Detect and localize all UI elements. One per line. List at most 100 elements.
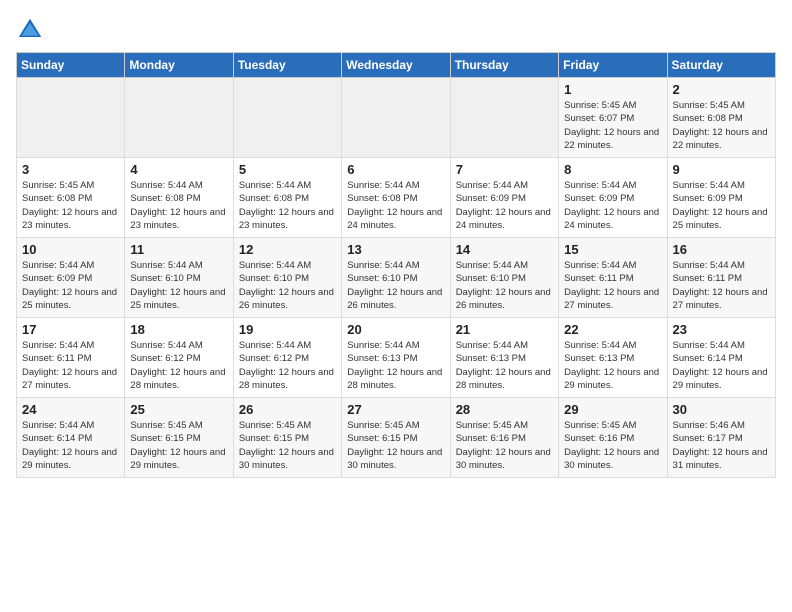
calendar-week-row: 17 Sunrise: 5:44 AM Sunset: 6:11 PM Dayli… xyxy=(17,318,776,398)
cell-info: Sunrise: 5:44 AM Sunset: 6:10 PM Dayligh… xyxy=(239,259,336,312)
calendar-cell: 14 Sunrise: 5:44 AM Sunset: 6:10 PM Dayli… xyxy=(450,238,558,318)
day-number: 26 xyxy=(239,402,336,417)
cell-info: Sunrise: 5:44 AM Sunset: 6:12 PM Dayligh… xyxy=(130,339,227,392)
calendar-cell: 6 Sunrise: 5:44 AM Sunset: 6:08 PM Daylig… xyxy=(342,158,450,238)
cell-info: Sunrise: 5:44 AM Sunset: 6:09 PM Dayligh… xyxy=(22,259,119,312)
day-number: 1 xyxy=(564,82,661,97)
day-number: 25 xyxy=(130,402,227,417)
calendar-cell: 11 Sunrise: 5:44 AM Sunset: 6:10 PM Dayli… xyxy=(125,238,233,318)
cell-info: Sunrise: 5:44 AM Sunset: 6:09 PM Dayligh… xyxy=(456,179,553,232)
cell-info: Sunrise: 5:45 AM Sunset: 6:15 PM Dayligh… xyxy=(347,419,444,472)
cell-info: Sunrise: 5:44 AM Sunset: 6:11 PM Dayligh… xyxy=(673,259,770,312)
day-number: 18 xyxy=(130,322,227,337)
day-number: 2 xyxy=(673,82,770,97)
cell-info: Sunrise: 5:44 AM Sunset: 6:11 PM Dayligh… xyxy=(22,339,119,392)
day-number: 6 xyxy=(347,162,444,177)
cell-info: Sunrise: 5:44 AM Sunset: 6:09 PM Dayligh… xyxy=(673,179,770,232)
cell-info: Sunrise: 5:44 AM Sunset: 6:10 PM Dayligh… xyxy=(456,259,553,312)
calendar-cell xyxy=(125,78,233,158)
calendar-cell: 5 Sunrise: 5:44 AM Sunset: 6:08 PM Daylig… xyxy=(233,158,341,238)
day-number: 21 xyxy=(456,322,553,337)
calendar-cell: 8 Sunrise: 5:44 AM Sunset: 6:09 PM Daylig… xyxy=(559,158,667,238)
calendar-week-row: 3 Sunrise: 5:45 AM Sunset: 6:08 PM Daylig… xyxy=(17,158,776,238)
cell-info: Sunrise: 5:45 AM Sunset: 6:16 PM Dayligh… xyxy=(564,419,661,472)
calendar-week-row: 10 Sunrise: 5:44 AM Sunset: 6:09 PM Dayli… xyxy=(17,238,776,318)
day-number: 29 xyxy=(564,402,661,417)
day-number: 5 xyxy=(239,162,336,177)
calendar-cell xyxy=(342,78,450,158)
calendar-cell: 4 Sunrise: 5:44 AM Sunset: 6:08 PM Daylig… xyxy=(125,158,233,238)
calendar-cell: 28Sunrise: 5:45 AM Sunset: 6:16 PM Dayli… xyxy=(450,398,558,478)
calendar-cell: 16 Sunrise: 5:44 AM Sunset: 6:11 PM Dayli… xyxy=(667,238,775,318)
calendar-cell xyxy=(17,78,125,158)
page-header xyxy=(16,16,776,44)
cell-info: Sunrise: 5:44 AM Sunset: 6:11 PM Dayligh… xyxy=(564,259,661,312)
day-number: 7 xyxy=(456,162,553,177)
cell-info: Sunrise: 5:44 AM Sunset: 6:13 PM Dayligh… xyxy=(564,339,661,392)
day-number: 24 xyxy=(22,402,119,417)
weekday-header-row: SundayMondayTuesdayWednesdayThursdayFrid… xyxy=(17,53,776,78)
weekday-header-monday: Monday xyxy=(125,53,233,78)
day-number: 22 xyxy=(564,322,661,337)
calendar-cell: 23 Sunrise: 5:44 AM Sunset: 6:14 PM Dayli… xyxy=(667,318,775,398)
calendar-cell: 9 Sunrise: 5:44 AM Sunset: 6:09 PM Daylig… xyxy=(667,158,775,238)
cell-info: Sunrise: 5:44 AM Sunset: 6:10 PM Dayligh… xyxy=(130,259,227,312)
calendar-cell: 27Sunrise: 5:45 AM Sunset: 6:15 PM Dayli… xyxy=(342,398,450,478)
weekday-header-friday: Friday xyxy=(559,53,667,78)
day-number: 10 xyxy=(22,242,119,257)
day-number: 28 xyxy=(456,402,553,417)
day-number: 11 xyxy=(130,242,227,257)
cell-info: Sunrise: 5:44 AM Sunset: 6:12 PM Dayligh… xyxy=(239,339,336,392)
day-number: 19 xyxy=(239,322,336,337)
calendar-cell: 29 Sunrise: 5:45 AM Sunset: 6:16 PM Dayli… xyxy=(559,398,667,478)
day-number: 14 xyxy=(456,242,553,257)
cell-info: Sunrise: 5:44 AM Sunset: 6:08 PM Dayligh… xyxy=(347,179,444,232)
weekday-header-tuesday: Tuesday xyxy=(233,53,341,78)
cell-info: Sunrise: 5:44 AM Sunset: 6:10 PM Dayligh… xyxy=(347,259,444,312)
day-number: 9 xyxy=(673,162,770,177)
calendar-week-row: 24 Sunrise: 5:44 AM Sunset: 6:14 PM Dayli… xyxy=(17,398,776,478)
cell-info: Sunrise: 5:44 AM Sunset: 6:14 PM Dayligh… xyxy=(673,339,770,392)
cell-info: Sunrise: 5:45 AM Sunset: 6:15 PM Dayligh… xyxy=(130,419,227,472)
weekday-header-sunday: Sunday xyxy=(17,53,125,78)
day-number: 12 xyxy=(239,242,336,257)
cell-info: Sunrise: 5:45 AM Sunset: 6:08 PM Dayligh… xyxy=(22,179,119,232)
logo xyxy=(16,16,48,44)
day-number: 30 xyxy=(673,402,770,417)
calendar-body: 1 Sunrise: 5:45 AM Sunset: 6:07 PM Daylig… xyxy=(17,78,776,478)
cell-info: Sunrise: 5:44 AM Sunset: 6:09 PM Dayligh… xyxy=(564,179,661,232)
day-number: 16 xyxy=(673,242,770,257)
cell-info: Sunrise: 5:44 AM Sunset: 6:13 PM Dayligh… xyxy=(347,339,444,392)
cell-info: Sunrise: 5:44 AM Sunset: 6:08 PM Dayligh… xyxy=(239,179,336,232)
cell-info: Sunrise: 5:45 AM Sunset: 6:07 PM Dayligh… xyxy=(564,99,661,152)
weekday-header-wednesday: Wednesday xyxy=(342,53,450,78)
calendar-table: SundayMondayTuesdayWednesdayThursdayFrid… xyxy=(16,52,776,478)
calendar-week-row: 1 Sunrise: 5:45 AM Sunset: 6:07 PM Daylig… xyxy=(17,78,776,158)
day-number: 3 xyxy=(22,162,119,177)
calendar-cell xyxy=(450,78,558,158)
calendar-cell: 2 Sunrise: 5:45 AM Sunset: 6:08 PM Daylig… xyxy=(667,78,775,158)
calendar-header: SundayMondayTuesdayWednesdayThursdayFrid… xyxy=(17,53,776,78)
day-number: 13 xyxy=(347,242,444,257)
cell-info: Sunrise: 5:45 AM Sunset: 6:08 PM Dayligh… xyxy=(673,99,770,152)
calendar-cell: 1 Sunrise: 5:45 AM Sunset: 6:07 PM Daylig… xyxy=(559,78,667,158)
cell-info: Sunrise: 5:44 AM Sunset: 6:14 PM Dayligh… xyxy=(22,419,119,472)
cell-info: Sunrise: 5:46 AM Sunset: 6:17 PM Dayligh… xyxy=(673,419,770,472)
calendar-cell xyxy=(233,78,341,158)
calendar-cell: 18 Sunrise: 5:44 AM Sunset: 6:12 PM Dayli… xyxy=(125,318,233,398)
weekday-header-saturday: Saturday xyxy=(667,53,775,78)
day-number: 8 xyxy=(564,162,661,177)
day-number: 17 xyxy=(22,322,119,337)
calendar-cell: 3 Sunrise: 5:45 AM Sunset: 6:08 PM Daylig… xyxy=(17,158,125,238)
calendar-cell: 15Sunrise: 5:44 AM Sunset: 6:11 PM Dayli… xyxy=(559,238,667,318)
day-number: 4 xyxy=(130,162,227,177)
calendar-cell: 25 Sunrise: 5:45 AM Sunset: 6:15 PM Dayli… xyxy=(125,398,233,478)
cell-info: Sunrise: 5:44 AM Sunset: 6:08 PM Dayligh… xyxy=(130,179,227,232)
calendar-cell: 24 Sunrise: 5:44 AM Sunset: 6:14 PM Dayli… xyxy=(17,398,125,478)
calendar-cell: 20Sunrise: 5:44 AM Sunset: 6:13 PM Dayli… xyxy=(342,318,450,398)
day-number: 23 xyxy=(673,322,770,337)
calendar-cell: 19 Sunrise: 5:44 AM Sunset: 6:12 PM Dayli… xyxy=(233,318,341,398)
calendar-cell: 22 Sunrise: 5:44 AM Sunset: 6:13 PM Dayli… xyxy=(559,318,667,398)
weekday-header-thursday: Thursday xyxy=(450,53,558,78)
cell-info: Sunrise: 5:45 AM Sunset: 6:15 PM Dayligh… xyxy=(239,419,336,472)
